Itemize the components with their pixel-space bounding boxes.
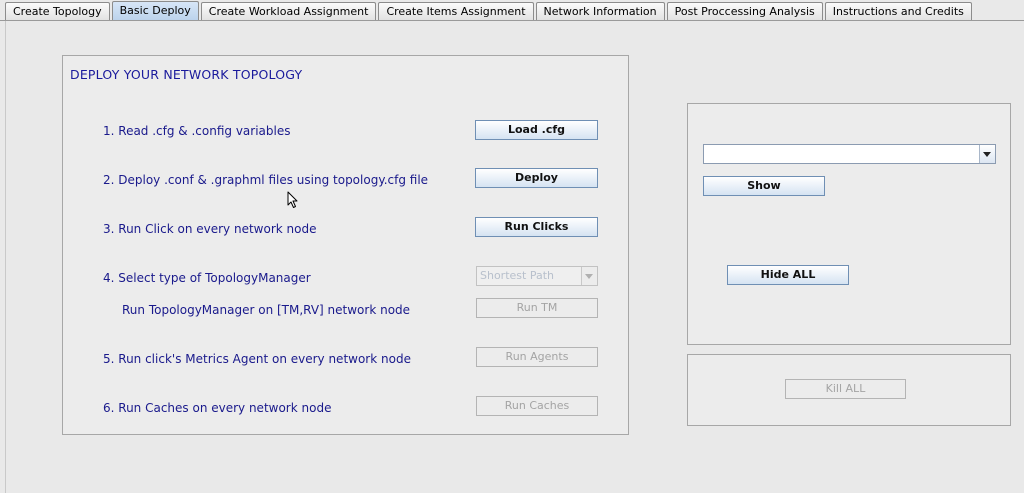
run-caches-button[interactable]: Run Caches [476,396,598,416]
chevron-down-icon [979,145,995,163]
deploy-panel-title: DEPLOY YOUR NETWORK TOPOLOGY [70,67,303,82]
load-cfg-button[interactable]: Load .cfg [475,120,598,140]
step-run-click-label: 3. Run Click on every network node [103,222,317,236]
step-deploy-label: 2. Deploy .conf & .graphml files using t… [103,173,429,187]
topology-manager-select-value: Shortest Path [480,269,554,282]
tab-post-processing-analysis[interactable]: Post Proccessing Analysis [666,2,823,20]
tab-create-topology[interactable]: Create Topology [5,2,110,20]
tab-basic-deploy[interactable]: Basic Deploy [111,1,199,20]
step-run-caches-label: 6. Run Caches on every network node [103,401,332,415]
chevron-down-icon [581,267,597,285]
step-select-topology-manager-label: 4. Select type of TopologyManager [103,271,311,285]
kill-all-button[interactable]: Kill ALL [785,379,906,399]
node-select[interactable] [703,144,996,164]
visibility-panel [687,103,1011,345]
topology-manager-select[interactable]: Shortest Path [476,266,598,286]
deploy-button[interactable]: Deploy [475,168,598,188]
tab-create-workload-assignment[interactable]: Create Workload Assignment [200,2,377,20]
step-read-cfg-label: 1. Read .cfg & .config variables [103,124,291,138]
tab-instructions-and-credits[interactable]: Instructions and Credits [824,2,972,20]
tab-network-information[interactable]: Network Information [535,2,665,20]
tab-create-items-assignment[interactable]: Create Items Assignment [378,2,534,20]
run-tm-button[interactable]: Run TM [476,298,598,318]
mouse-pointer-icon [287,191,298,208]
hide-all-button[interactable]: Hide ALL [727,265,849,285]
tab-bar: Create Topology Basic Deploy Create Work… [0,0,1024,21]
run-agents-button[interactable]: Run Agents [476,347,598,367]
step-run-topology-manager-label: Run TopologyManager on [TM,RV] network n… [122,303,411,317]
deploy-panel [62,55,629,435]
run-clicks-button[interactable]: Run Clicks [475,217,598,237]
show-button[interactable]: Show [703,176,825,196]
step-run-metrics-agent-label: 5. Run click's Metrics Agent on every ne… [103,352,411,366]
